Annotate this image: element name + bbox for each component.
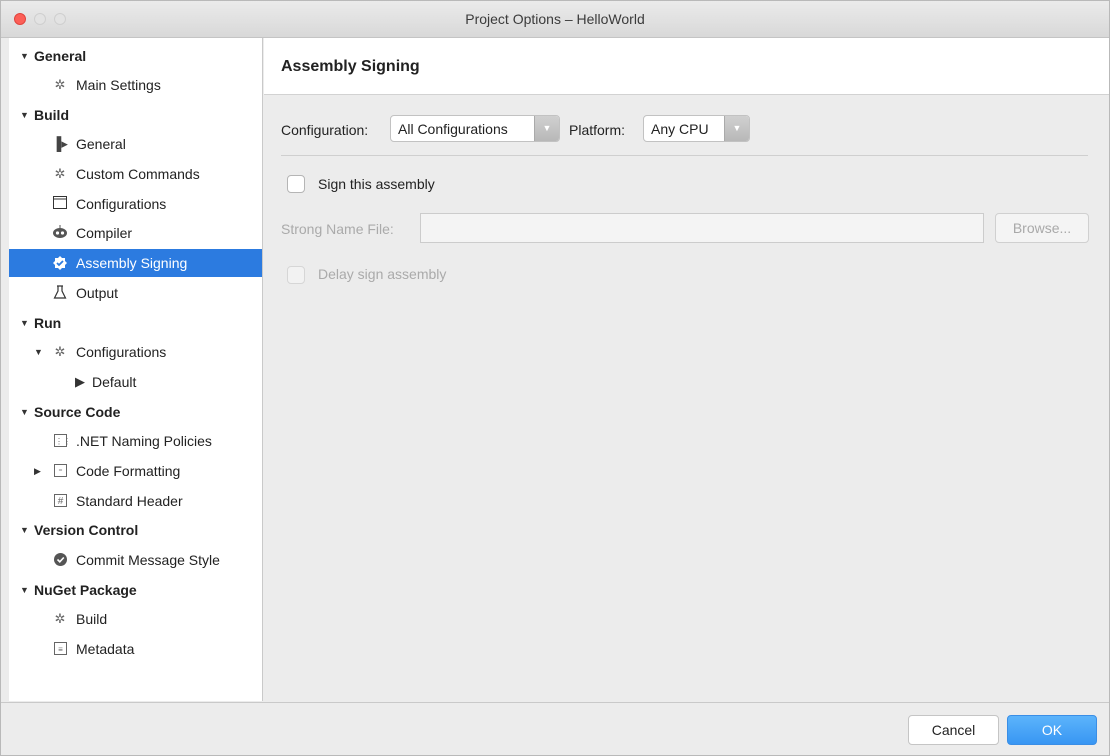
sidebar-item-label: Code Formatting (76, 463, 181, 479)
sidebar-item-label: .NET Naming Policies (76, 433, 212, 449)
sidebar-item-label: Configurations (76, 196, 167, 212)
sign-assembly-label: Sign this assembly (318, 176, 435, 192)
page-title: Assembly Signing (281, 58, 420, 75)
document-icon: ≡ (54, 642, 67, 655)
expand-triangle-icon: ▼ (20, 525, 29, 535)
sidebar-category-label: Run (34, 315, 62, 331)
sidebar-category-label: NuGet Package (34, 582, 137, 598)
options-sidebar: ▼ General ✲ Main Settings ▼ Build ▐▸ Gen… (9, 38, 263, 701)
sidebar-item-build-general[interactable]: ▐▸ General (9, 130, 262, 158)
sidebar-category-label: Version Control (34, 522, 139, 538)
delay-sign-checkbox[interactable] (287, 266, 305, 284)
configuration-value: All Configurations (398, 121, 508, 137)
hash-icon: # (54, 494, 67, 507)
sidebar-category-general[interactable]: ▼ General (9, 42, 262, 70)
expand-triangle-icon: ▼ (20, 407, 29, 417)
naming-icon: ⋮⋮ (54, 434, 71, 447)
badge-check-icon (52, 255, 68, 271)
configuration-label: Configuration: (281, 122, 369, 138)
expand-triangle-icon: ▼ (20, 51, 29, 61)
gear-icon: ✲ (54, 77, 66, 92)
platform-value: Any CPU (651, 121, 709, 137)
sidebar-category-source-code[interactable]: ▼ Source Code (9, 398, 262, 426)
expand-triangle-icon[interactable]: ▼ (34, 344, 44, 360)
sidebar-item-main-settings[interactable]: ✲ Main Settings (9, 71, 262, 99)
strong-name-file-label: Strong Name File: (281, 221, 394, 237)
sidebar-item-naming-policies[interactable]: ⋮⋮ .NET Naming Policies (9, 427, 262, 455)
sidebar-category-version-control[interactable]: ▼ Version Control (9, 516, 262, 544)
sidebar-category-label: Source Code (34, 404, 121, 420)
sidebar-item-custom-commands[interactable]: ✲ Custom Commands (9, 160, 262, 188)
formatting-icon: ⁼ (54, 464, 67, 477)
expand-triangle-icon: ▼ (20, 585, 29, 595)
sidebar-item-label: Output (76, 285, 119, 301)
collapsed-triangle-icon[interactable]: ▶ (34, 463, 44, 479)
sidebar-item-label: Metadata (76, 641, 135, 657)
chevron-down-icon: ▼ (534, 116, 559, 141)
divider (281, 155, 1088, 156)
play-icon: ▶ (75, 374, 85, 389)
sidebar-item-label: Compiler (76, 225, 133, 241)
sidebar-item-standard-header[interactable]: # Standard Header (9, 487, 262, 515)
platform-label: Platform: (569, 122, 626, 138)
sidebar-category-label: General (34, 48, 87, 64)
sidebar-item-label: Default (92, 374, 137, 390)
sidebar-item-configurations[interactable]: Configurations (9, 190, 262, 218)
sign-assembly-checkbox[interactable] (287, 175, 305, 193)
expand-triangle-icon: ▼ (20, 318, 29, 328)
panel-header: Assembly Signing (264, 38, 1109, 95)
gear-icon: ✲ (54, 166, 66, 181)
sidebar-item-label: General (76, 136, 126, 152)
compiler-icon (52, 225, 68, 241)
commit-check-icon (52, 552, 68, 568)
sidebar-item-code-formatting[interactable]: ▶ ⁼ Code Formatting (9, 457, 262, 485)
sidebar-item-metadata[interactable]: ≡ Metadata (9, 635, 262, 663)
sidebar-item-nuget-build[interactable]: ✲ Build (9, 605, 262, 633)
sidebar-item-label: Custom Commands (76, 166, 200, 182)
expand-triangle-icon: ▼ (20, 110, 29, 120)
sidebar-item-label: Build (76, 611, 108, 627)
sidebar-category-nuget-package[interactable]: ▼ NuGet Package (9, 576, 262, 604)
sidebar-item-assembly-signing[interactable]: Assembly Signing (9, 249, 262, 277)
configuration-dropdown[interactable]: All Configurations ▼ (390, 115, 560, 142)
sidebar-item-default[interactable]: ▶ Default (9, 368, 262, 396)
sidebar-item-label: Main Settings (76, 77, 161, 93)
cancel-button[interactable]: Cancel (908, 715, 999, 745)
strong-name-file-field[interactable] (420, 213, 984, 243)
play-bar-icon: ▐▸ (52, 136, 68, 151)
gear-icon: ✲ (54, 611, 66, 626)
options-panel: Assembly Signing Configuration: All Conf… (264, 38, 1109, 701)
browse-button[interactable]: Browse... (995, 213, 1089, 243)
sidebar-item-output[interactable]: Output (9, 279, 262, 307)
flask-icon (52, 285, 68, 301)
dialog-footer: Cancel OK (1, 702, 1109, 755)
ok-button[interactable]: OK (1007, 715, 1097, 745)
sidebar-item-commit-message-style[interactable]: Commit Message Style (9, 546, 262, 574)
sidebar-category-run[interactable]: ▼ Run (9, 309, 262, 337)
sidebar-item-label: Configurations (76, 344, 167, 360)
sidebar-category-build[interactable]: ▼ Build (9, 101, 262, 129)
window-title: Project Options – HelloWorld (465, 11, 645, 27)
chevron-down-icon: ▼ (724, 116, 749, 141)
sidebar-category-label: Build (34, 107, 69, 123)
gear-icon: ✲ (54, 344, 66, 359)
title-bar: Project Options – HelloWorld (1, 1, 1109, 38)
project-options-window: Project Options – HelloWorld ▼ General ✲… (0, 0, 1110, 756)
sidebar-item-compiler[interactable]: Compiler (9, 219, 262, 247)
sidebar-item-label: Standard Header (76, 493, 183, 509)
sidebar-item-run-configurations[interactable]: ▼ ✲ Configurations (9, 338, 262, 366)
sidebar-item-label: Commit Message Style (76, 552, 220, 568)
sidebar-item-label: Assembly Signing (76, 255, 188, 271)
platform-dropdown[interactable]: Any CPU ▼ (643, 115, 750, 142)
window-icon (52, 196, 68, 212)
delay-sign-label: Delay sign assembly (318, 266, 447, 282)
